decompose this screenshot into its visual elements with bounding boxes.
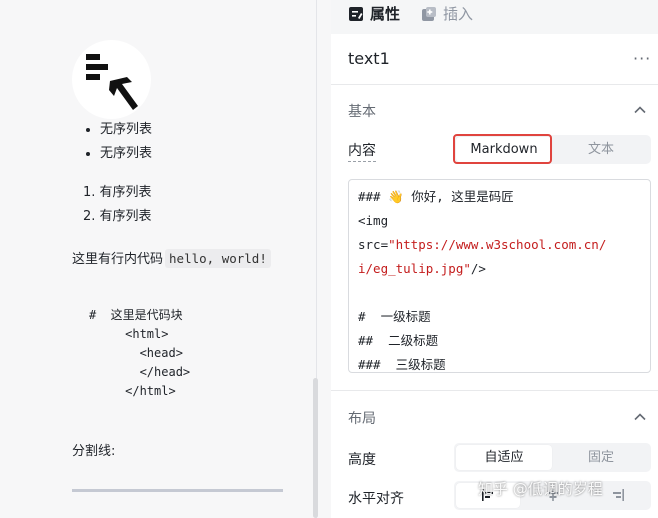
editor-line: /> bbox=[470, 261, 486, 276]
fixed-height-option[interactable]: 固定 bbox=[553, 445, 649, 470]
horizontal-align-label: 水平对齐 bbox=[348, 491, 404, 507]
list-item: 2. 有序列表 bbox=[83, 209, 152, 224]
inline-code: hello, world! bbox=[165, 249, 271, 268]
list-item: 1. 有序列表 bbox=[83, 185, 152, 200]
editor-line: ### 三级标题 bbox=[358, 357, 446, 372]
paragraph-text: 这里有行内代码 bbox=[72, 252, 164, 267]
property-panel: 属性 插入 text1 ··· 基本 内容 Markdown 文本 ### 👋 … bbox=[331, 0, 658, 518]
hammer-logo-image bbox=[72, 40, 151, 119]
properties-icon bbox=[348, 6, 364, 22]
ordered-list: 1. 有序列表 2. 有序列表 bbox=[83, 181, 152, 229]
editor-line: ## 二级标题 bbox=[358, 333, 439, 348]
divider-label: 分割线: bbox=[72, 444, 116, 459]
component-name[interactable]: text1 bbox=[348, 49, 390, 68]
horizontal-rule bbox=[72, 489, 283, 492]
content-label: 内容 bbox=[348, 140, 376, 162]
content-editor[interactable]: ### 👋 你好, 这里是码匠 <img src="https://www.w3… bbox=[348, 179, 651, 373]
more-options-button[interactable]: ··· bbox=[633, 51, 653, 67]
list-item: 无序列表 bbox=[100, 118, 152, 142]
list-item: 无序列表 bbox=[100, 142, 152, 166]
preview-scrollbar[interactable] bbox=[313, 378, 318, 518]
tab-properties-label: 属性 bbox=[370, 5, 401, 23]
height-segmented: 自适应 固定 bbox=[454, 443, 651, 472]
height-label: 高度 bbox=[348, 452, 376, 468]
code-block: # 这里是代码块 <html> <head> </head> </html> bbox=[89, 308, 191, 398]
auto-height-option[interactable]: 自适应 bbox=[456, 445, 552, 470]
insert-icon bbox=[421, 6, 437, 22]
watermark: 知乎 @低调的岁程 bbox=[478, 480, 603, 498]
text-option[interactable]: 文本 bbox=[553, 137, 649, 162]
editor-line: # 一级标题 bbox=[358, 309, 431, 324]
align-right-icon bbox=[612, 489, 624, 501]
layout-section-title: 布局 bbox=[348, 411, 376, 427]
editor-line: <img bbox=[358, 213, 389, 228]
tab-insert-label: 插入 bbox=[443, 5, 474, 23]
basic-section-title: 基本 bbox=[348, 104, 376, 120]
inline-code-paragraph: 这里有行内代码 hello, world! bbox=[72, 248, 271, 271]
divider bbox=[331, 84, 658, 85]
chevron-up-icon[interactable] bbox=[633, 410, 647, 424]
unordered-list: 无序列表 无序列表 bbox=[83, 118, 152, 166]
editor-string: i/eg_tulip.jpg" bbox=[358, 261, 471, 276]
tab-properties[interactable]: 属性 bbox=[348, 3, 400, 25]
editor-line: src= bbox=[358, 237, 389, 252]
divider bbox=[331, 390, 658, 391]
editor-string: "https://www.w3school.com.cn/ bbox=[388, 237, 607, 252]
tab-insert[interactable]: 插入 bbox=[421, 3, 473, 25]
panel-tabbar: 属性 插入 bbox=[331, 0, 658, 34]
editor-line: ### 👋 你好, 这里是码匠 bbox=[358, 189, 514, 204]
markdown-highlight-box bbox=[453, 134, 552, 164]
markdown-preview: 无序列表 无序列表 1. 有序列表 2. 有序列表 这里有行内代码hello, … bbox=[0, 0, 318, 518]
chevron-up-icon[interactable] bbox=[633, 103, 647, 117]
